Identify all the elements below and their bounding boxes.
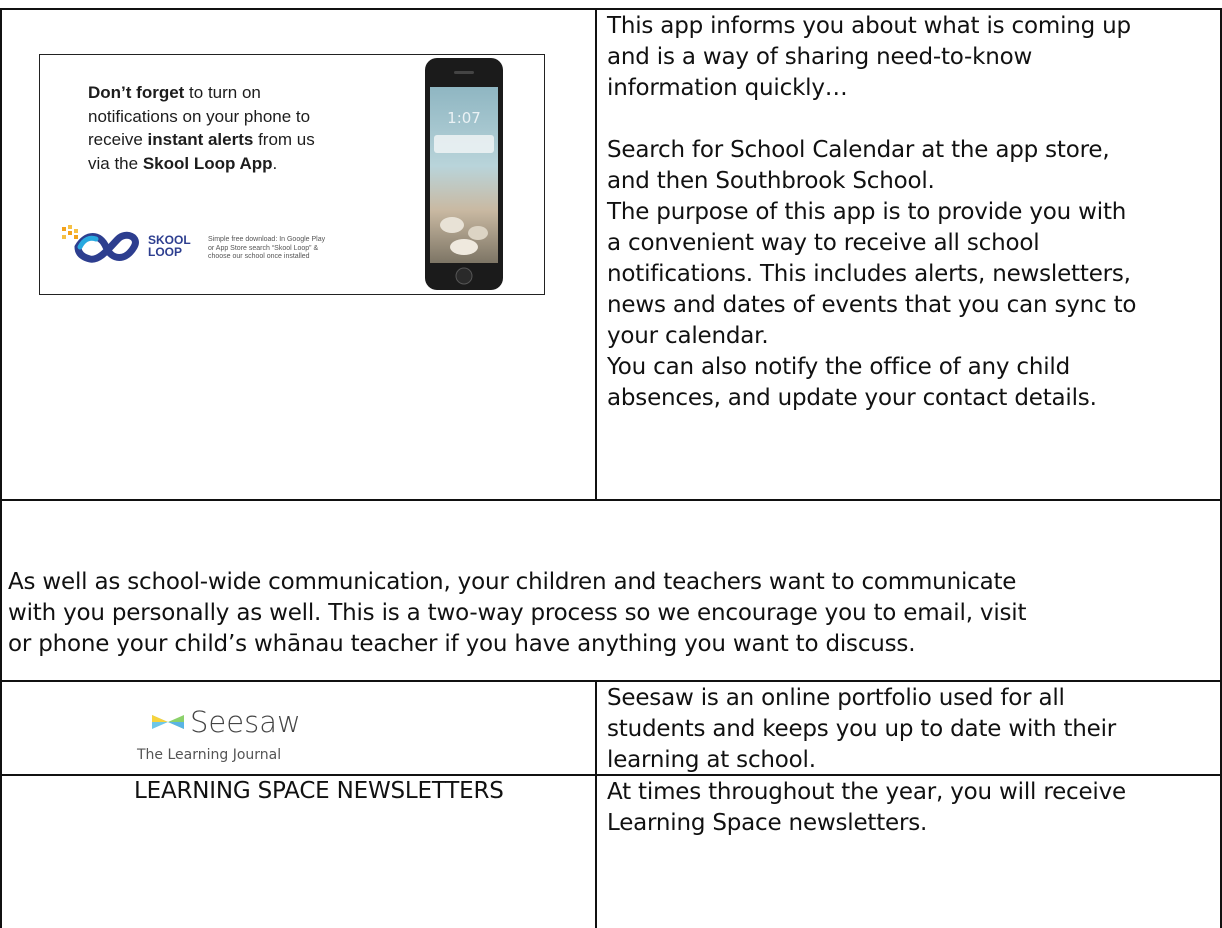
svg-text:1:07: 1:07 <box>447 109 481 127</box>
text-line <box>607 104 1136 135</box>
text-line: You can also notify the office of any ch… <box>607 354 1071 380</box>
row-divider-1 <box>0 499 1222 501</box>
text-line: with you personally as well. This is a t… <box>8 600 1027 626</box>
text-line: At times throughout the year, you will r… <box>607 779 1126 805</box>
skool-loop-description: This app informs you about what is comin… <box>607 11 1136 414</box>
table-border-top <box>0 8 1222 10</box>
text-line: The purpose of this app is to provide yo… <box>607 199 1127 225</box>
seesaw-logo-icon <box>152 715 184 729</box>
row-divider-2 <box>0 680 1222 682</box>
ad-bold-skool-loop-app: Skool Loop App <box>142 153 273 173</box>
text-line: news and dates of events that you can sy… <box>607 292 1137 318</box>
table-border-left <box>0 8 2 928</box>
column-divider-bottom <box>595 680 597 928</box>
seesaw-name: Seesaw <box>190 705 301 739</box>
text-line: your calendar. <box>607 323 769 349</box>
skool-loop-ad: Don’t forget to turn on notifications on… <box>39 54 545 295</box>
text-line: Search for School Calendar at the app st… <box>607 137 1110 163</box>
column-divider-top <box>595 8 597 500</box>
download-instructions: Simple free download: In Google Play or … <box>208 236 325 262</box>
text-line: As well as school-wide communication, yo… <box>8 569 1017 595</box>
ad-bold-dont-forget: Don’t forget <box>88 83 185 102</box>
text-line: students and keeps you up to date with t… <box>607 716 1117 742</box>
text-line: Seesaw is an online portfolio used for a… <box>607 685 1065 711</box>
information-table: Don’t forget to turn on notifications on… <box>0 0 1222 928</box>
text-line: and is a way of sharing need-to-know <box>607 44 1033 70</box>
download-line: or App Store search “Skool Loop” & <box>208 244 319 252</box>
text-line: This app informs you about what is comin… <box>607 13 1131 39</box>
text-line: information quickly… <box>607 75 848 101</box>
ad-headline: Don’t forget to turn on notifications on… <box>88 81 315 175</box>
newsletters-description: At times throughout the year, you will r… <box>607 777 1126 839</box>
text-line: and then Southbrook School. <box>607 168 935 194</box>
download-line: Simple free download: In Google Play <box>208 236 326 243</box>
ad-text: notifications on your phone to <box>88 106 311 126</box>
ad-text: from us <box>253 130 315 149</box>
text-line: absences, and update your contact detail… <box>607 385 1097 411</box>
text-line: learning at school. <box>607 747 816 773</box>
ad-text: to turn on <box>184 83 261 102</box>
text-line: Learning Space newsletters. <box>607 810 928 836</box>
seesaw-tagline: The Learning Journal <box>137 747 282 763</box>
infinity-icon <box>62 225 139 263</box>
ad-bold-instant-alerts: instant alerts <box>147 130 254 149</box>
ad-text: receive <box>88 130 148 149</box>
text-line: notifications. This includes alerts, new… <box>607 261 1131 287</box>
text-line: a convenient way to receive all school <box>607 230 1040 256</box>
brand-line: LOOP <box>148 245 183 259</box>
personal-communication-text: As well as school-wide communication, yo… <box>8 567 1027 660</box>
text-line: or phone your child’s whānau teacher if … <box>8 631 916 657</box>
newsletters-heading: LEARNING SPACE NEWSLETTERS <box>134 778 504 804</box>
skool-loop-brand: SKOOL LOOP <box>148 234 191 258</box>
smartphone-icon: 1:07 <box>425 58 503 290</box>
download-line: choose our school once installed <box>208 253 310 260</box>
ad-text: . <box>272 153 278 173</box>
seesaw-description: Seesaw is an online portfolio used for a… <box>607 683 1116 776</box>
ad-text: via the <box>88 153 143 173</box>
